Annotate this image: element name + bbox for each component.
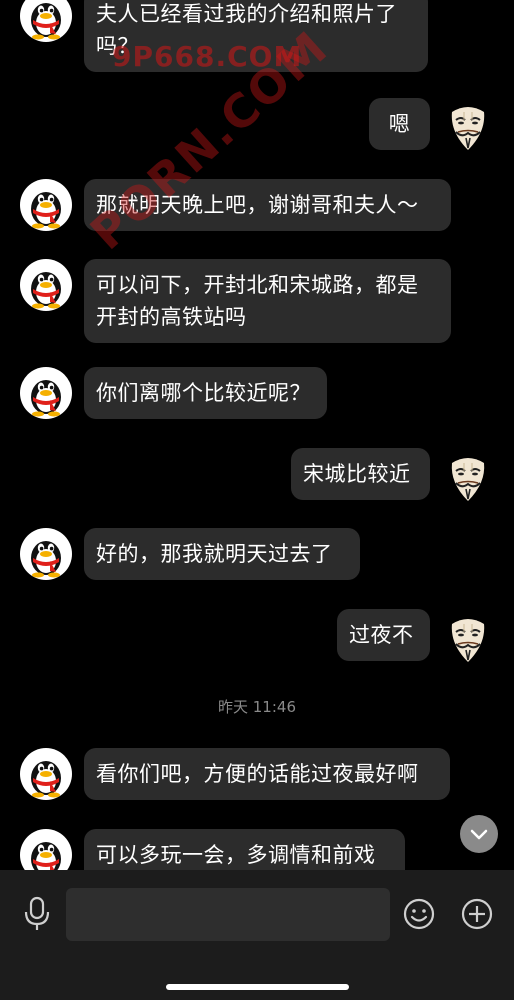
plus-circle-icon[interactable]: [460, 897, 494, 931]
message-text: 可以问下，开封北和宋城路，都是: [96, 273, 419, 297]
message-bubble-outgoing[interactable]: 嗯: [369, 98, 430, 150]
message-text: 吗？: [96, 34, 139, 58]
contact-avatar[interactable]: [20, 829, 72, 870]
message-text: 开封的高铁站吗: [96, 305, 247, 329]
message-bubble-outgoing[interactable]: 宋城比较近: [291, 448, 430, 500]
chat-message-list[interactable]: 夫人已经看过我的介绍和照片了 吗？ 嗯 那就明天晚上吧，谢谢哥和夫人～ 可以问下…: [0, 0, 514, 870]
message-bubble-incoming[interactable]: 看你们吧，方便的话能过夜最好啊: [84, 748, 450, 800]
message-text: 嗯: [388, 112, 411, 136]
my-avatar[interactable]: [442, 100, 494, 152]
message-text: 好的，那我就明天过去了: [96, 542, 333, 566]
message-input[interactable]: [66, 888, 390, 941]
home-indicator[interactable]: [166, 984, 349, 990]
scroll-to-bottom-button[interactable]: [460, 815, 498, 853]
message-text: 夫人已经看过我的介绍和照片了: [96, 2, 397, 26]
message-bubble-outgoing[interactable]: 过夜不: [337, 609, 430, 661]
message-text: 你们离哪个比较近呢？: [96, 381, 311, 405]
message-text: 过夜不: [349, 623, 414, 647]
chevron-down-icon: [470, 829, 488, 840]
message-text: 那就明天晚上吧，谢谢哥和夫人～: [96, 193, 419, 217]
timestamp-divider: 昨天 11:46: [218, 698, 296, 716]
message-bubble-incoming[interactable]: 可以多玩一会，多调情和前戏: [84, 829, 405, 870]
message-bubble-incoming[interactable]: 可以问下，开封北和宋城路，都是 开封的高铁站吗: [84, 259, 451, 343]
message-bubble-incoming[interactable]: 你们离哪个比较近呢？: [84, 367, 327, 419]
message-bubble-incoming[interactable]: 夫人已经看过我的介绍和照片了 吗？: [84, 0, 428, 72]
message-bubble-incoming[interactable]: 那就明天晚上吧，谢谢哥和夫人～: [84, 179, 451, 231]
contact-avatar[interactable]: [20, 528, 72, 580]
my-avatar[interactable]: [442, 612, 494, 664]
contact-avatar[interactable]: [20, 0, 72, 42]
microphone-icon[interactable]: [22, 896, 52, 932]
message-text: 看你们吧，方便的话能过夜最好啊: [96, 762, 419, 786]
message-text: 宋城比较近: [303, 462, 411, 486]
contact-avatar[interactable]: [20, 179, 72, 231]
message-text: 可以多玩一会，多调情和前戏: [96, 843, 376, 867]
my-avatar[interactable]: [442, 451, 494, 503]
message-bubble-incoming[interactable]: 好的，那我就明天过去了: [84, 528, 360, 580]
contact-avatar[interactable]: [20, 748, 72, 800]
smiley-icon[interactable]: [402, 897, 436, 931]
contact-avatar[interactable]: [20, 259, 72, 311]
contact-avatar[interactable]: [20, 367, 72, 419]
